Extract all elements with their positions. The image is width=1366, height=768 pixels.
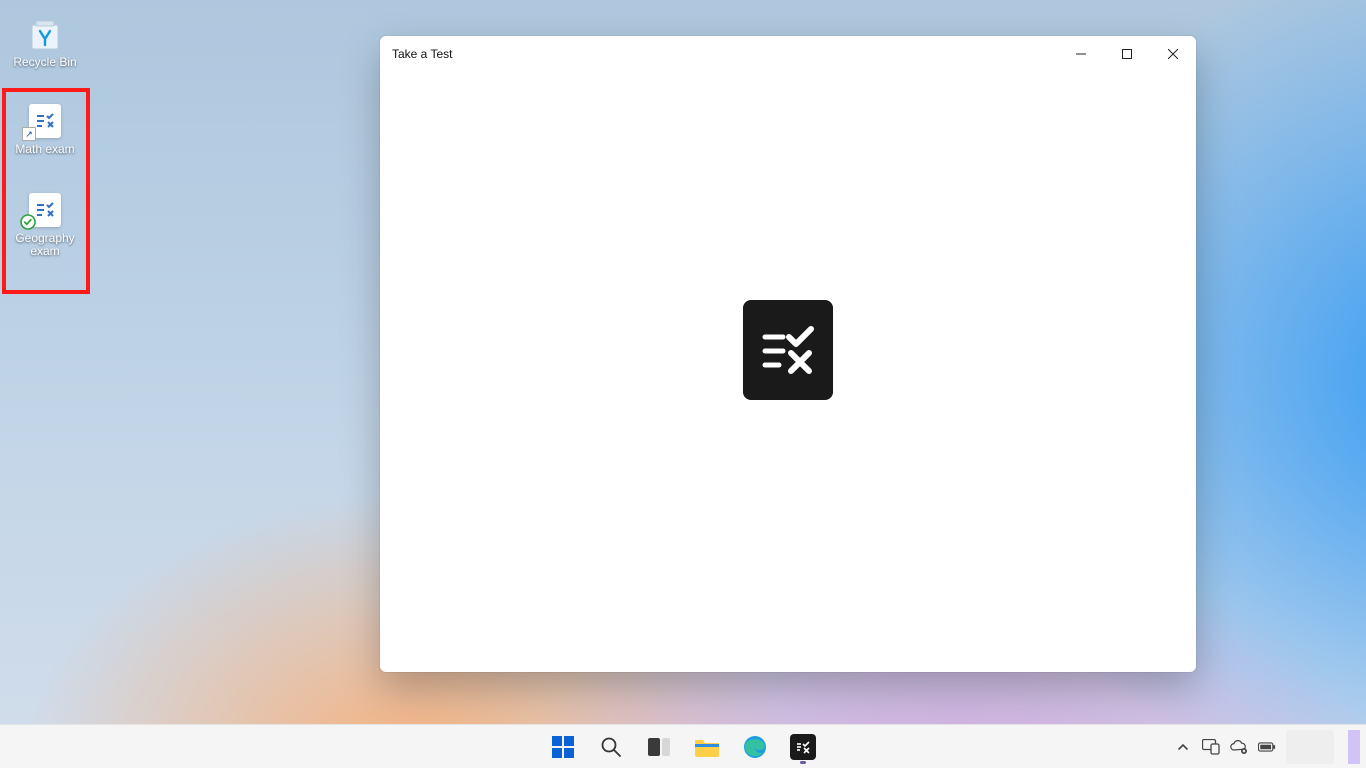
recycle-bin-glyph bbox=[25, 14, 65, 54]
battery-icon[interactable] bbox=[1258, 738, 1276, 756]
edge-icon bbox=[743, 735, 767, 759]
display-settings-icon[interactable] bbox=[1202, 738, 1220, 756]
start-button[interactable] bbox=[544, 728, 582, 766]
take-a-test-taskbar-button[interactable] bbox=[784, 728, 822, 766]
search-button[interactable] bbox=[592, 728, 630, 766]
task-view-button[interactable] bbox=[640, 728, 678, 766]
minimize-button[interactable] bbox=[1058, 38, 1104, 70]
system-tray bbox=[1174, 725, 1360, 768]
take-a-test-small-icon bbox=[790, 734, 816, 760]
taskbar bbox=[0, 724, 1366, 768]
close-button[interactable] bbox=[1150, 38, 1196, 70]
taskbar-center-group bbox=[544, 728, 822, 766]
file-explorer-button[interactable] bbox=[688, 728, 726, 766]
show-desktop-button[interactable] bbox=[1348, 730, 1360, 764]
take-a-test-window: Take a Test bbox=[380, 36, 1196, 672]
annotation-highlight-box bbox=[2, 88, 90, 294]
ime-language-button[interactable] bbox=[1286, 730, 1334, 764]
windows-logo-icon bbox=[551, 735, 575, 759]
recycle-bin-icon[interactable]: Recycle Bin bbox=[8, 10, 82, 73]
window-controls bbox=[1058, 38, 1196, 70]
recycle-bin-label: Recycle Bin bbox=[13, 56, 76, 69]
edge-button[interactable] bbox=[736, 728, 774, 766]
search-icon bbox=[600, 736, 622, 758]
onedrive-sync-icon[interactable] bbox=[1230, 738, 1248, 756]
task-view-icon bbox=[648, 738, 670, 756]
window-body bbox=[380, 72, 1196, 672]
maximize-button[interactable] bbox=[1104, 38, 1150, 70]
tray-overflow-button[interactable] bbox=[1174, 738, 1192, 756]
window-titlebar[interactable]: Take a Test bbox=[380, 36, 1196, 72]
take-a-test-app-icon bbox=[743, 300, 833, 400]
window-title: Take a Test bbox=[392, 47, 452, 61]
folder-icon bbox=[694, 736, 720, 758]
